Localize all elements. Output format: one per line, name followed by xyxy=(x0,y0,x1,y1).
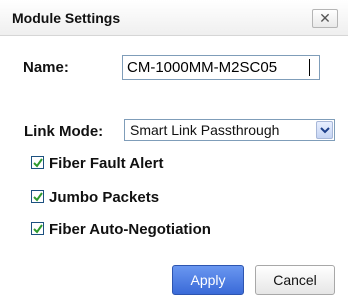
checkmark-icon xyxy=(33,224,43,234)
fiber-auto-negotiation-label: Fiber Auto-Negotiation xyxy=(49,221,211,238)
checkmark-icon xyxy=(33,192,43,202)
apply-button[interactable]: Apply xyxy=(172,265,244,295)
cancel-button[interactable]: Cancel xyxy=(255,265,335,295)
link-mode-select[interactable]: Smart Link Passthrough xyxy=(124,119,335,141)
name-input[interactable] xyxy=(122,55,320,80)
chevron-down-icon xyxy=(320,127,330,134)
fiber-auto-negotiation-checkbox[interactable] xyxy=(31,222,44,235)
fiber-fault-alert-checkbox[interactable] xyxy=(31,156,44,169)
module-settings-dialog: Module Settings ✕ Name: Link Mode: Smart… xyxy=(0,0,348,304)
close-icon: ✕ xyxy=(319,10,331,26)
jumbo-packets-checkbox[interactable] xyxy=(31,190,44,203)
dialog-title: Module Settings xyxy=(12,10,121,26)
dialog-titlebar: Module Settings ✕ xyxy=(0,0,348,36)
checkmark-icon xyxy=(33,158,43,168)
text-caret xyxy=(309,59,310,76)
name-label: Name: xyxy=(23,59,69,76)
fiber-fault-alert-label: Fiber Fault Alert xyxy=(49,155,164,172)
close-button[interactable]: ✕ xyxy=(312,9,338,28)
jumbo-packets-label: Jumbo Packets xyxy=(49,189,160,206)
link-mode-label: Link Mode: xyxy=(24,123,104,140)
link-mode-value: Smart Link Passthrough xyxy=(130,122,280,138)
dropdown-button[interactable] xyxy=(316,121,333,139)
